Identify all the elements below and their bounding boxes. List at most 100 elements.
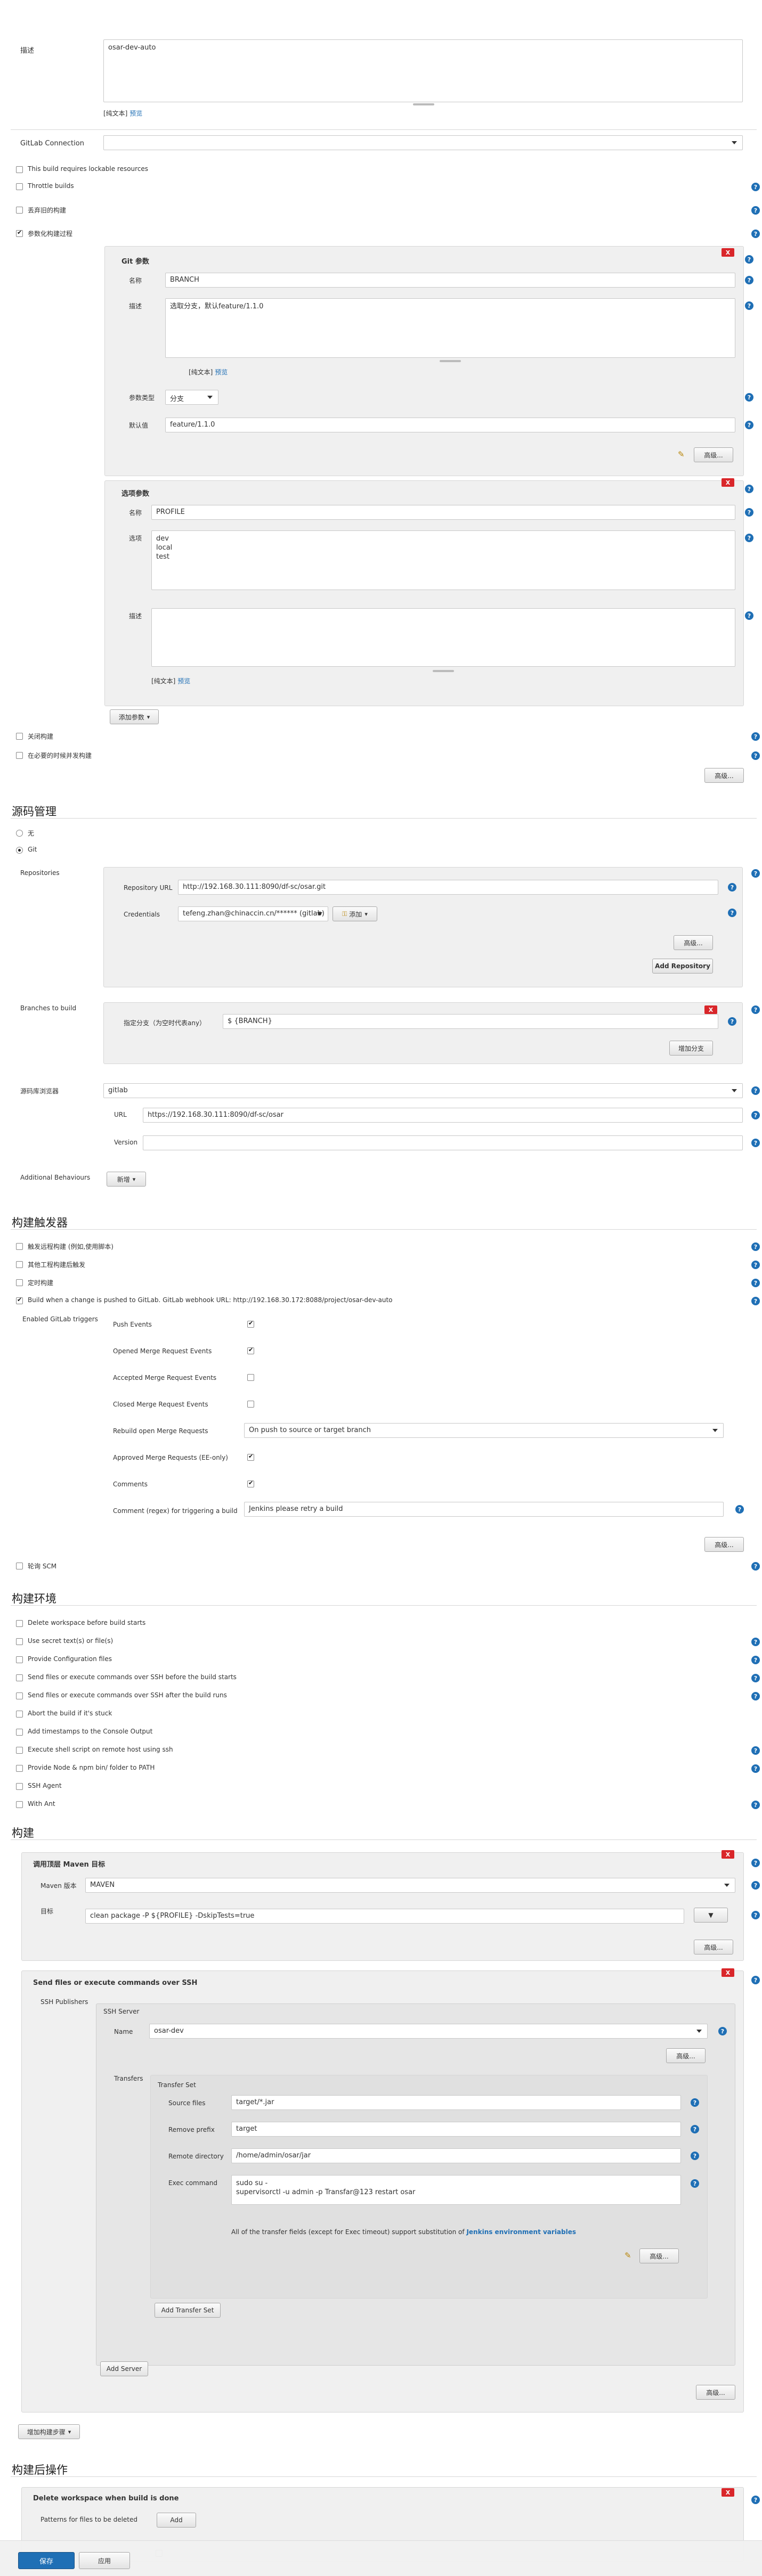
version-input[interactable] — [143, 1135, 743, 1150]
browser-url-input[interactable]: https://192.168.30.111:8090/df-sc/osar — [143, 1108, 743, 1123]
scm-none-radio[interactable] — [16, 830, 23, 837]
delete-icon[interactable]: X — [722, 1850, 734, 1859]
cron-trigger-checkbox[interactable] — [16, 1279, 23, 1286]
help-icon[interactable]: ? — [751, 230, 760, 238]
git-param-advanced-button[interactable]: 高级... — [694, 447, 733, 462]
help-icon[interactable]: ? — [751, 1976, 760, 1984]
upstream-trigger-checkbox[interactable] — [16, 1261, 23, 1268]
comments-checkbox[interactable] — [247, 1479, 254, 1487]
throttle-builds-checkbox[interactable] — [16, 183, 23, 190]
lockable-resources-checkbox[interactable] — [16, 166, 23, 173]
help-icon[interactable]: ? — [751, 1881, 760, 1890]
scm-git-radio[interactable] — [16, 847, 23, 854]
help-icon[interactable]: ? — [745, 485, 753, 493]
general-advanced-button[interactable]: 高级... — [704, 768, 744, 783]
trigger-advanced-button[interactable]: 高级... — [704, 1537, 744, 1552]
help-icon[interactable]: ? — [751, 1297, 760, 1305]
branch-specifier-input[interactable]: $ {BRANCH} — [223, 1014, 718, 1029]
closed-mr-checkbox[interactable] — [247, 1401, 254, 1408]
push-events-checkbox[interactable] — [247, 1320, 254, 1328]
maven-goals-input[interactable]: clean package -P ${PROFILE} -DskipTests=… — [85, 1909, 684, 1924]
help-icon[interactable]: ? — [751, 732, 760, 741]
env-secret-text-checkbox[interactable] — [16, 1638, 23, 1645]
ssh-advanced-button[interactable]: 高级... — [696, 2385, 735, 2400]
help-icon[interactable]: ? — [751, 1859, 760, 1867]
accepted-mr-checkbox[interactable] — [247, 1374, 254, 1381]
disable-build-checkbox[interactable] — [16, 733, 23, 740]
help-icon[interactable]: ? — [751, 751, 760, 760]
env-ssh-agent-checkbox[interactable] — [16, 1783, 23, 1790]
git-param-name-input[interactable]: BRANCH — [165, 273, 735, 288]
help-icon[interactable]: ? — [745, 301, 753, 310]
help-icon[interactable]: ? — [751, 1279, 760, 1287]
poll-scm-checkbox[interactable] — [16, 1563, 23, 1569]
exec-command-textarea[interactable]: sudo su - supervisorctl -u admin -p Tran… — [231, 2175, 681, 2205]
preview-link[interactable]: 预览 — [129, 110, 142, 117]
add-transfer-set-button[interactable]: Add Transfer Set — [155, 2303, 221, 2318]
resize-grip[interactable] — [433, 670, 454, 672]
apply-button[interactable]: 应用 — [79, 2552, 130, 2569]
parameterized-build-checkbox[interactable] — [16, 229, 23, 237]
description-textarea[interactable]: osar-dev-auto — [103, 39, 743, 102]
transfer-advanced-button[interactable]: 高级... — [639, 2248, 679, 2263]
help-icon[interactable]: ? — [751, 1086, 760, 1095]
discard-old-builds-checkbox[interactable] — [16, 207, 23, 214]
repo-url-input[interactable]: http://192.168.30.111:8090/df-sc/osar.gi… — [178, 880, 718, 895]
save-button[interactable]: 保存 — [18, 2552, 75, 2569]
remove-prefix-input[interactable]: target — [231, 2122, 681, 2137]
env-remote-shell-checkbox[interactable] — [16, 1747, 23, 1754]
help-icon[interactable]: ? — [735, 1505, 744, 1514]
remote-dir-input[interactable]: /home/admin/osar/jar — [231, 2148, 681, 2163]
help-icon[interactable]: ? — [751, 1801, 760, 1809]
add-repository-button[interactable]: Add Repository — [652, 959, 713, 974]
add-build-step-button[interactable]: 增加构建步骤 — [18, 2424, 80, 2439]
help-icon[interactable]: ? — [745, 255, 753, 264]
help-icon[interactable]: ? — [751, 1242, 760, 1251]
choice-param-choices-textarea[interactable]: dev local test — [151, 530, 735, 590]
env-timestamps-checkbox[interactable] — [16, 1729, 23, 1736]
help-icon[interactable]: ? — [751, 1911, 760, 1919]
help-icon[interactable]: ? — [751, 1692, 760, 1700]
env-vars-link[interactable]: Jenkins environment variables — [466, 2228, 576, 2236]
git-param-type-select[interactable]: 分支 — [165, 390, 218, 405]
delete-icon[interactable]: X — [722, 2488, 734, 2497]
env-node-npm-checkbox[interactable] — [16, 1765, 23, 1772]
add-server-button[interactable]: Add Server — [100, 2361, 148, 2376]
repo-advanced-button[interactable]: 高级... — [674, 935, 713, 950]
concurrent-build-checkbox[interactable] — [16, 752, 23, 759]
help-icon[interactable]: ? — [718, 2027, 727, 2035]
help-icon[interactable]: ? — [751, 1261, 760, 1269]
comment-regex-input[interactable]: Jenkins please retry a build — [244, 1502, 724, 1517]
env-delete-workspace-checkbox[interactable] — [16, 1620, 23, 1627]
repo-browser-select[interactable]: gitlab — [103, 1083, 743, 1098]
maven-advanced-button[interactable]: 高级... — [694, 1940, 733, 1955]
delete-icon[interactable]: X — [704, 1005, 717, 1014]
delete-icon[interactable]: X — [722, 478, 734, 487]
help-icon[interactable]: ? — [745, 508, 753, 517]
help-icon[interactable]: ? — [751, 1674, 760, 1682]
delete-icon[interactable]: X — [722, 1968, 734, 1977]
add-behaviour-button[interactable]: 新增 — [107, 1172, 146, 1187]
env-ssh-after-checkbox[interactable] — [16, 1692, 23, 1699]
help-icon[interactable]: ? — [751, 183, 760, 191]
choice-param-name-input[interactable]: PROFILE — [151, 505, 735, 520]
help-icon[interactable]: ? — [745, 534, 753, 542]
ssh-server-advanced-button[interactable]: 高级... — [666, 2048, 706, 2063]
gitlab-push-trigger-checkbox[interactable] — [16, 1296, 23, 1304]
env-ssh-before-checkbox[interactable] — [16, 1674, 23, 1681]
help-icon[interactable]: ? — [751, 869, 760, 878]
help-icon[interactable]: ? — [691, 2152, 699, 2160]
env-abort-stuck-checkbox[interactable] — [16, 1711, 23, 1718]
maven-version-select[interactable]: MAVEN — [85, 1878, 735, 1893]
add-branch-button[interactable]: 增加分支 — [669, 1041, 713, 1056]
source-files-input[interactable]: target/*.jar — [231, 2095, 681, 2110]
add-pattern-button[interactable]: Add — [157, 2513, 196, 2528]
help-icon[interactable]: ? — [691, 2125, 699, 2133]
rebuild-mr-select[interactable]: On push to source or target branch — [244, 1423, 724, 1438]
help-icon[interactable]: ? — [691, 2098, 699, 2107]
help-icon[interactable]: ? — [745, 276, 753, 284]
preview-link[interactable]: 预览 — [177, 677, 190, 685]
git-param-desc-textarea[interactable]: 选取分支，默认feature/1.1.0 — [165, 298, 735, 358]
help-icon[interactable]: ? — [751, 1656, 760, 1664]
help-icon[interactable]: ? — [745, 393, 753, 402]
